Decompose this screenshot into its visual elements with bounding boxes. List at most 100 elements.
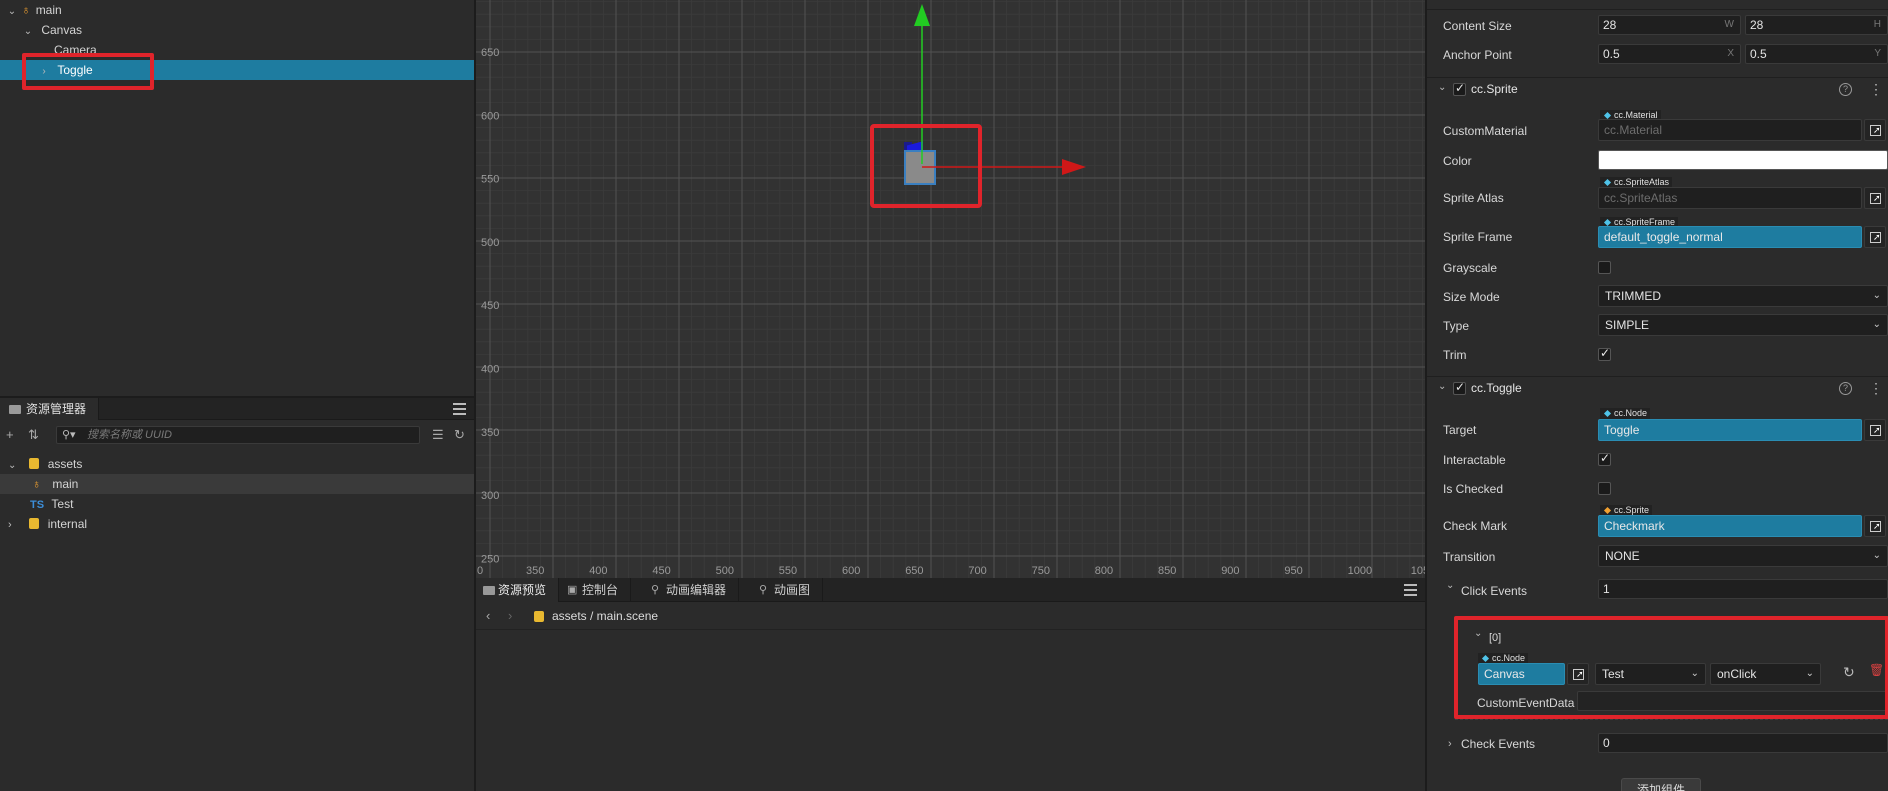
toggle-enabled-checkbox[interactable]	[1453, 380, 1466, 395]
x-tick-label: 1000	[1348, 565, 1372, 577]
pick-node-button[interactable]	[1864, 419, 1886, 441]
folder-icon	[483, 586, 495, 595]
y-tick-label: 400	[481, 364, 499, 376]
custom-material-label: CustomMaterial	[1443, 124, 1528, 138]
highlight-box	[1454, 616, 1888, 719]
animation-icon: ⚲	[651, 584, 660, 596]
pick-asset-button[interactable]	[1864, 515, 1886, 537]
sprite-frame-value: default_toggle_normal	[1604, 230, 1723, 244]
chevron-right-icon[interactable]: ›	[1448, 738, 1452, 750]
help-icon[interactable]: ?	[1839, 83, 1852, 96]
asset-item-label: Test	[51, 497, 74, 511]
check-mark-value: Checkmark	[1604, 519, 1665, 533]
y-tick-label: 500	[481, 237, 499, 249]
content-size-height-value: 28	[1750, 18, 1764, 32]
help-icon[interactable]: ?	[1839, 382, 1852, 395]
forward-icon[interactable]: ›	[508, 608, 512, 623]
tab-label: 动画图	[774, 583, 811, 597]
tab-console[interactable]: ▣ 控制台	[560, 578, 632, 602]
y-tick-label: 650	[481, 47, 499, 59]
search-box[interactable]: ⚲▾	[56, 426, 420, 444]
component-header-partial	[1427, 0, 1888, 10]
chevron-down-icon[interactable]: ⌄	[8, 456, 22, 476]
refresh-icon[interactable]: ↻	[454, 427, 465, 443]
y-axis-arrow	[914, 4, 930, 26]
sprite-enabled-checkbox[interactable]	[1453, 81, 1466, 96]
asset-item-internal[interactable]: › internal	[0, 514, 474, 534]
tree-node-main-label: main	[35, 3, 62, 17]
chevron-down-icon: ⌄	[1872, 290, 1881, 301]
sprite-atlas-field[interactable]: cc.SpriteAtlas	[1598, 187, 1862, 209]
tab-assets[interactable]: 资源管理器	[0, 398, 100, 420]
asset-item-label: main	[52, 477, 79, 491]
asset-item-main[interactable]: ♁ main	[0, 474, 474, 494]
target-field[interactable]: Toggle	[1598, 419, 1862, 441]
search-icon: ⚲▾	[62, 429, 76, 441]
back-icon[interactable]: ‹	[486, 608, 490, 623]
anchor-x-input[interactable]: 0.5 X	[1598, 44, 1741, 64]
pick-asset-button[interactable]	[1864, 187, 1886, 209]
tab-asset-preview[interactable]: 资源预览	[476, 578, 560, 602]
sprite-frame-field[interactable]: default_toggle_normal	[1598, 226, 1862, 248]
size-mode-label: Size Mode	[1443, 290, 1500, 304]
add-icon[interactable]: +	[6, 427, 14, 443]
size-mode-select[interactable]: TRIMMED ⌄	[1598, 285, 1888, 307]
asset-item-assets[interactable]: ⌄ assets	[0, 454, 474, 474]
custom-material-field[interactable]: cc.Material	[1598, 119, 1862, 141]
is-checked-checkbox[interactable]	[1598, 482, 1611, 495]
click-events-count-input[interactable]: 1	[1598, 579, 1888, 599]
tab-assets-label: 资源管理器	[26, 402, 87, 416]
content-size-width-value: 28	[1603, 18, 1617, 32]
pick-asset-button[interactable]	[1864, 226, 1886, 248]
toggle-component-header[interactable]: ⌄ cc.Toggle ? ⋮	[1427, 376, 1888, 400]
scene-view[interactable]: 650 600 550 500 450 400 350 300 250 0 350 400 450 500…	[476, 0, 1425, 578]
asset-item-test[interactable]: TS Test	[0, 494, 474, 514]
chevron-down-icon: ⌄	[1872, 550, 1881, 561]
tree-node-canvas[interactable]: ⌄ Canvas	[22, 20, 82, 40]
pick-asset-button[interactable]	[1864, 119, 1886, 141]
chevron-right-icon[interactable]: ›	[8, 515, 22, 535]
type-select[interactable]: SIMPLE ⌄	[1598, 314, 1888, 336]
tree-node-main[interactable]: ⌄ ♁ main	[6, 0, 62, 20]
animation-graph-icon: ⚲	[759, 584, 768, 596]
chevron-down-icon[interactable]: ⌄	[22, 22, 34, 42]
search-input[interactable]	[87, 428, 407, 442]
transition-label: Transition	[1443, 550, 1496, 564]
add-component-button[interactable]: 添加组件	[1621, 778, 1701, 791]
database-icon	[29, 518, 40, 529]
menu-icon[interactable]	[1404, 584, 1417, 596]
more-options-icon[interactable]: ⋮	[1869, 81, 1883, 97]
breadcrumb: ‹ › assets / main.scene	[476, 602, 1425, 630]
more-options-icon[interactable]: ⋮	[1869, 380, 1883, 396]
check-events-count-input[interactable]: 0	[1598, 733, 1888, 753]
grayscale-checkbox[interactable]	[1598, 261, 1611, 274]
anchor-y-input[interactable]: 0.5 Y	[1745, 44, 1888, 64]
y-tick-label: 300	[481, 490, 499, 502]
chevron-down-icon[interactable]: ⌄	[1438, 82, 1446, 93]
trim-label: Trim	[1443, 348, 1467, 362]
trim-checkbox[interactable]	[1598, 346, 1611, 361]
list-view-icon[interactable]: ☰	[432, 427, 444, 443]
tab-animation-editor[interactable]: ⚲ 动画编辑器	[644, 578, 740, 602]
asset-item-label: internal	[47, 517, 88, 531]
check-mark-label: Check Mark	[1443, 519, 1508, 533]
anchor-point-label: Anchor Point	[1443, 48, 1512, 62]
x-tick-label: 600	[842, 565, 860, 577]
tab-animation-graph[interactable]: ⚲ 动画图	[752, 578, 824, 602]
interactable-label: Interactable	[1443, 453, 1506, 467]
content-size-height-input[interactable]: 28 H	[1745, 15, 1888, 35]
check-mark-field[interactable]: Checkmark	[1598, 515, 1862, 537]
interactable-checkbox[interactable]	[1598, 451, 1611, 466]
transition-select[interactable]: NONE ⌄	[1598, 545, 1888, 567]
content-size-width-input[interactable]: 28 W	[1598, 15, 1741, 35]
toggle-component-title: cc.Toggle	[1471, 381, 1522, 395]
folder-icon	[9, 405, 21, 414]
chevron-down-icon[interactable]: ⌄	[6, 2, 18, 22]
sort-icon[interactable]: ⇅	[28, 427, 39, 443]
unit-label: X	[1727, 48, 1734, 59]
sprite-component-header[interactable]: ⌄ cc.Sprite ? ⋮	[1427, 77, 1888, 101]
chevron-down-icon[interactable]: ⌄	[1438, 381, 1446, 392]
menu-icon[interactable]	[453, 403, 466, 415]
color-swatch[interactable]	[1598, 150, 1888, 170]
chevron-down-icon[interactable]: ⌄	[1446, 580, 1454, 591]
